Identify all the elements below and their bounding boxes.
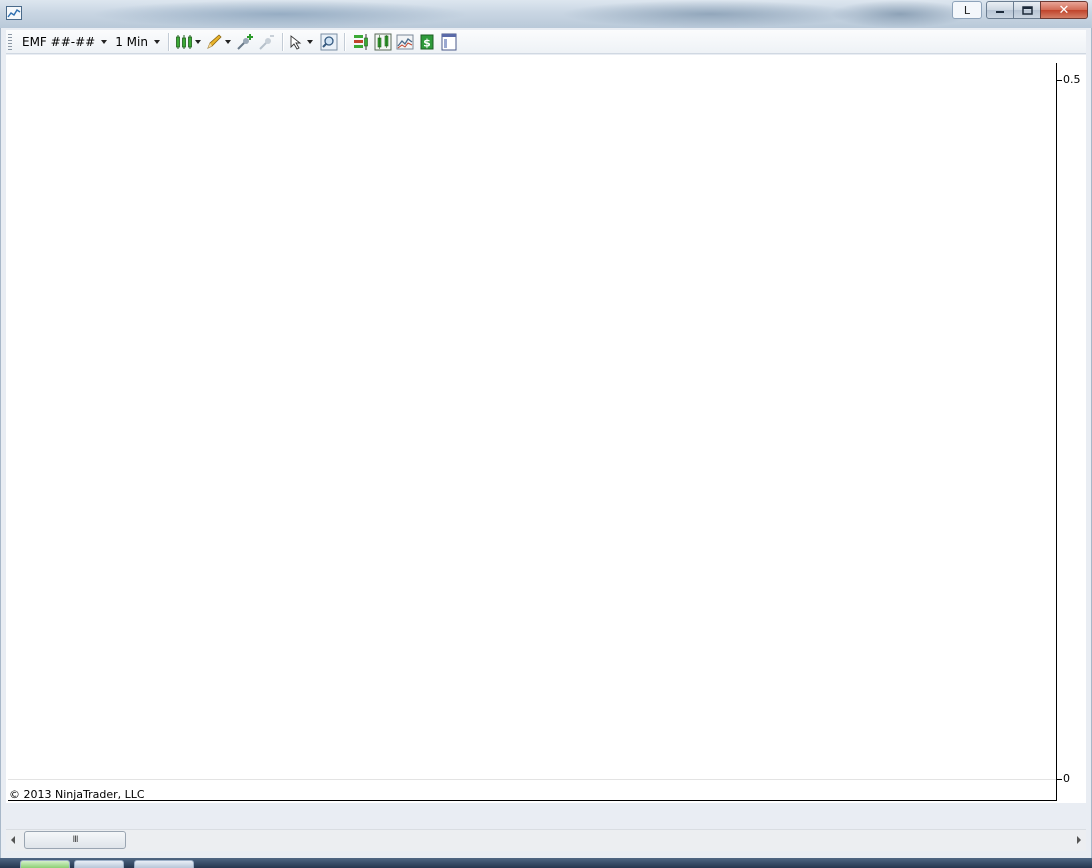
remove-indicator-icon xyxy=(259,34,274,50)
taskbar-button[interactable] xyxy=(20,860,70,868)
y-axis-line xyxy=(1056,63,1057,801)
add-indicator-button[interactable] xyxy=(235,32,255,52)
zoom-button[interactable] xyxy=(319,32,339,52)
toolbar-separator xyxy=(167,32,170,51)
scroll-right-icon[interactable] xyxy=(1077,836,1081,844)
chevron-down-icon xyxy=(224,39,231,44)
chevron-down-icon xyxy=(101,39,108,44)
chart-panel[interactable]: 0.5 0 © 2013 NinjaTrader, LLC xyxy=(6,55,1086,803)
title-bar-glass-effect xyxy=(90,0,470,28)
drawing-tools-button[interactable] xyxy=(205,32,233,52)
chart-properties-icon xyxy=(441,33,457,50)
title-bar-glass-effect xyxy=(830,0,970,28)
taskbar-button[interactable] xyxy=(134,860,194,868)
window-title-bar[interactable]: L ✕ xyxy=(0,0,1092,28)
pointer-tool-button[interactable] xyxy=(289,32,317,52)
app-chart-icon xyxy=(6,6,22,20)
chevron-down-icon xyxy=(306,39,313,44)
x-axis-line xyxy=(8,800,1057,801)
line-chart-icon xyxy=(396,34,414,49)
toolbar-separator xyxy=(281,32,284,51)
chart-properties-button[interactable] xyxy=(439,32,459,52)
chart-data-series-icon xyxy=(353,33,368,50)
add-indicator-icon xyxy=(237,33,253,50)
maximize-icon xyxy=(1021,5,1033,15)
dollar-order-icon: $ xyxy=(420,34,434,49)
svg-text:$: $ xyxy=(423,36,431,49)
toolbar-separator xyxy=(343,32,346,51)
data-series-button[interactable] xyxy=(351,32,371,52)
copyright-notice: © 2013 NinjaTrader, LLC xyxy=(9,788,145,801)
chart-style-button[interactable] xyxy=(175,32,203,52)
chevron-down-icon xyxy=(194,39,201,44)
chevron-down-icon xyxy=(153,39,160,44)
toolbar-grip[interactable] xyxy=(8,33,12,50)
cursor-pointer-icon xyxy=(290,34,302,50)
bar-type-icon xyxy=(374,33,392,50)
title-bar-glass-effect xyxy=(560,0,860,28)
candlestick-chart-icon xyxy=(176,34,192,49)
instrument-label: EMF ##-## xyxy=(22,34,96,49)
thumb-grip: III xyxy=(72,835,79,845)
maximize-button[interactable] xyxy=(1013,1,1041,19)
bar-type-button[interactable] xyxy=(373,32,393,52)
line-chart-button[interactable] xyxy=(395,32,415,52)
os-taskbar xyxy=(0,858,1092,868)
user-button[interactable]: L xyxy=(952,1,982,19)
minimize-button[interactable] xyxy=(986,1,1014,19)
horizontal-scrollbar[interactable]: III xyxy=(6,829,1086,851)
y-axis-tick xyxy=(1057,779,1062,780)
interval-label: 1 Min xyxy=(115,34,148,49)
interval-selector[interactable]: 1 Min xyxy=(111,32,164,52)
close-icon: ✕ xyxy=(1058,2,1070,18)
remove-indicator-button[interactable] xyxy=(257,32,277,52)
y-axis-tick-label: 0 xyxy=(1063,772,1070,785)
taskbar-button[interactable] xyxy=(74,860,124,868)
scrollbar-thumb[interactable]: III xyxy=(24,831,126,849)
drawing-pencil-icon xyxy=(207,33,222,49)
zoom-magnifier-icon xyxy=(320,33,338,50)
y-axis-tick-label: 0.5 xyxy=(1063,73,1081,86)
close-button[interactable]: ✕ xyxy=(1040,1,1088,19)
minimize-icon xyxy=(996,11,1004,13)
instrument-selector[interactable]: EMF ##-## xyxy=(18,32,111,52)
y-axis-tick xyxy=(1057,80,1062,81)
scroll-left-icon[interactable] xyxy=(11,836,15,844)
zero-gridline xyxy=(8,779,1056,780)
orders-button[interactable]: $ xyxy=(417,32,437,52)
chart-toolbar: EMF ##-## 1 Min $ xyxy=(6,30,1086,54)
